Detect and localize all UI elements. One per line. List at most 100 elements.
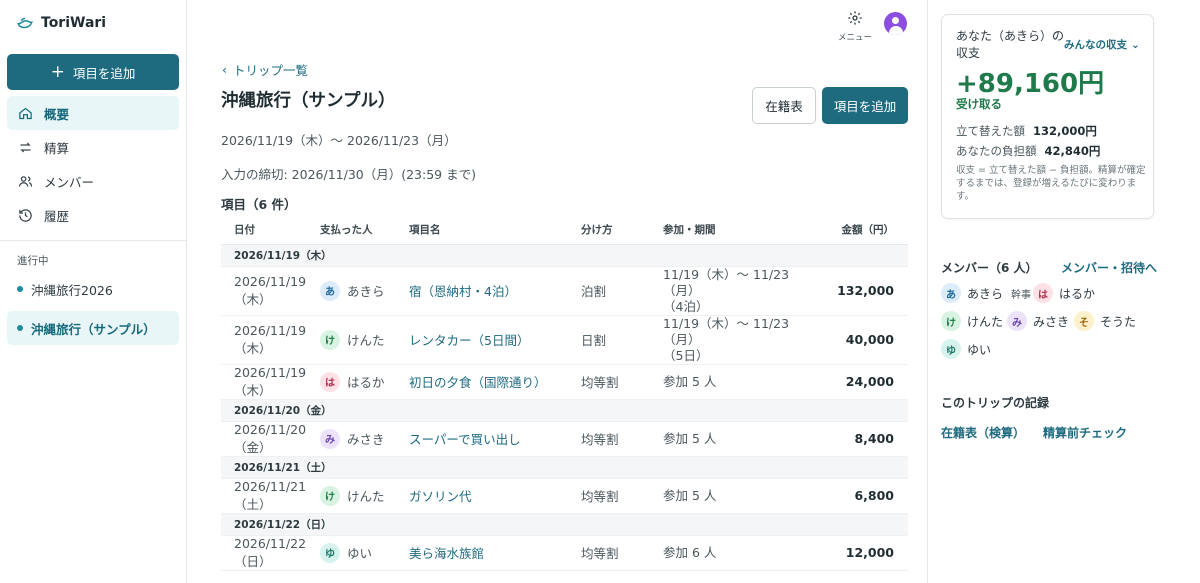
row-amount: 132,000 xyxy=(813,266,908,316)
table-row[interactable]: 2026/11/19（木） けけんた レンタカー（5日間） 日割 11/19（木… xyxy=(221,315,908,365)
row-item-name-link[interactable]: ガソリン代 xyxy=(409,478,581,514)
date-group-row: 2026/11/20（金） xyxy=(221,399,908,422)
plus-icon: + xyxy=(50,61,65,82)
trip-date-range: 2026/11/19（木）〜 2026/11/23（月） xyxy=(221,133,457,148)
row-participation: 参加 6 人 xyxy=(663,535,813,571)
row-item-name-link[interactable]: 初日の夕食（国際通り） xyxy=(409,364,581,400)
home-icon xyxy=(19,107,32,119)
section-label-active: 進行中 xyxy=(17,255,49,267)
table-row[interactable]: 2026/11/19（木） ははるか 初日の夕食（国際通り） 均等割 参加 5 … xyxy=(221,364,908,400)
paid-value: 132,000円 xyxy=(1033,124,1097,138)
payer-name: はるか xyxy=(347,375,385,390)
sidebar-item-history[interactable]: 履歴 xyxy=(7,198,179,232)
balance-note: 収支 = 立て替えた額 − 負担額。精算が確定するまでは、登録が増えるたびに変わ… xyxy=(956,165,1146,202)
row-split: 均等割 xyxy=(581,535,663,571)
sidebar-divider xyxy=(0,240,186,241)
member-chip[interactable]: そ そうた xyxy=(1074,311,1136,331)
back-to-trips-link[interactable]: ‹ トリップ一覧 xyxy=(222,60,308,79)
row-participation-line: 11/19（木）〜 11/23（月） xyxy=(663,315,790,347)
payer-name: あきら xyxy=(347,284,385,299)
row-payer: ゆゆい xyxy=(320,535,409,571)
row-payer: けけんた xyxy=(320,315,409,365)
gear-icon xyxy=(848,11,862,25)
roster-button[interactable]: 在籍表 xyxy=(752,87,816,124)
row-item-name-link[interactable]: 美ら海水族館 xyxy=(409,535,581,571)
member-avatar: み xyxy=(1007,311,1027,331)
balance-filter-label: みんなの収支 xyxy=(1064,39,1127,51)
sidebar-trip-okinawa-2026[interactable]: 沖縄旅行2026 xyxy=(7,272,179,306)
row-split: 均等割 xyxy=(581,364,663,400)
table-header-row: 日付 支払った人 項目名 分け方 参加・期間 金額（円） xyxy=(221,216,908,245)
balance-filter-dropdown[interactable]: みんなの収支 ⌄ xyxy=(1064,37,1140,52)
column-header-split: 分け方 xyxy=(581,216,663,245)
sidebar-trip-okinawa-sample[interactable]: 沖縄旅行（サンプル） xyxy=(7,311,179,345)
sidebar-nav: 概要 精算 メンバー 履歴 xyxy=(7,96,179,232)
date-group-label: 2026/11/19（木） xyxy=(221,244,908,267)
menu-button[interactable]: メニュー xyxy=(838,10,872,43)
row-participation-line: 11/19（木）〜 11/23（月） xyxy=(663,266,790,298)
row-amount: 6,800 xyxy=(813,478,908,514)
table-row[interactable]: 2026/11/22（日） ゆゆい 美ら海水族館 均等割 参加 6 人 12,0… xyxy=(221,535,908,571)
payer-avatar: け xyxy=(320,485,340,506)
chevron-down-icon: ⌄ xyxy=(1131,38,1140,51)
sidebar-item-members[interactable]: メンバー xyxy=(7,164,179,198)
items-section-title: 項目（6 件） xyxy=(221,197,297,212)
table-row[interactable]: 2026/11/21（土） けけんた ガソリン代 均等割 参加 5 人 6,80… xyxy=(221,478,908,514)
sidebar-item-settlement[interactable]: 精算 xyxy=(7,130,179,164)
member-avatar: ゆ xyxy=(941,339,961,359)
row-amount: 40,000 xyxy=(813,315,908,365)
row-item-name-link[interactable]: スーパーで買い出し xyxy=(409,421,581,457)
member-chip[interactable]: ゆ ゆい xyxy=(941,339,991,359)
user-avatar[interactable] xyxy=(884,12,907,35)
row-amount: 24,000 xyxy=(813,364,908,400)
member-chip[interactable]: は はるか xyxy=(1033,283,1095,303)
share-label: あなたの負担額 xyxy=(956,144,1037,158)
organizer-badge: 幹事 xyxy=(1011,289,1032,301)
row-item-name-link[interactable]: 宿（恩納村・4泊） xyxy=(409,266,581,316)
row-payer: ははるか xyxy=(320,364,409,400)
avatar-head xyxy=(892,17,899,24)
paid-line: 立て替えた額 132,000円 xyxy=(956,123,1097,139)
member-chip[interactable]: あ あきら 幹事 xyxy=(941,283,1031,303)
share-line: あなたの負担額 42,840円 xyxy=(956,143,1100,159)
row-date: 2026/11/19（木） xyxy=(221,364,320,400)
row-date: 2026/11/20（金） xyxy=(221,421,320,457)
back-label: トリップ一覧 xyxy=(233,63,309,78)
members-invite-link[interactable]: メンバー・招待へ xyxy=(1061,259,1157,276)
pre-settlement-check-link[interactable]: 精算前チェック xyxy=(1043,424,1127,441)
member-chip[interactable]: け けんた xyxy=(941,311,1003,331)
history-icon xyxy=(19,208,32,222)
sidebar-item-overview[interactable]: 概要 xyxy=(7,96,179,130)
member-name: ゆい xyxy=(967,342,992,357)
sidebar-add-item-button[interactable]: + 項目を追加 xyxy=(7,54,179,90)
sidebar-add-item-label: 項目を追加 xyxy=(72,65,136,81)
row-date: 2026/11/22（日） xyxy=(221,535,320,571)
row-split: 均等割 xyxy=(581,421,663,457)
row-split: 均等割 xyxy=(581,478,663,514)
avatar-body xyxy=(888,26,903,35)
row-date: 2026/11/19（木） xyxy=(221,315,320,365)
column-header-participation: 参加・期間 xyxy=(663,216,813,245)
payer-avatar: あ xyxy=(320,280,340,301)
row-participation-line: （5日） xyxy=(663,347,709,363)
sidebar-item-label: 概要 xyxy=(44,106,70,122)
app-logo[interactable]: ToriWari xyxy=(16,14,106,32)
member-avatar: そ xyxy=(1074,311,1094,331)
row-date: 2026/11/21（土） xyxy=(221,478,320,514)
roster-check-link[interactable]: 在籍表（検算） xyxy=(941,424,1025,441)
table-row[interactable]: 2026/11/20（金） みみさき スーパーで買い出し 均等割 参加 5 人 … xyxy=(221,421,908,457)
table-row[interactable]: 2026/11/19（木） ああきら 宿（恩納村・4泊） 泊割 11/19（木）… xyxy=(221,266,908,316)
paid-label: 立て替えた額 xyxy=(956,124,1025,138)
add-item-button[interactable]: 項目を追加 xyxy=(822,87,908,124)
payer-name: けんた xyxy=(347,333,385,348)
date-group-row: 2026/11/19（木） xyxy=(221,244,908,267)
row-participation: 11/19（木）〜 11/23（月） （5日） xyxy=(663,315,813,365)
member-avatar: あ xyxy=(941,283,961,303)
members-title: メンバー（6 人） xyxy=(941,261,1038,275)
page-title: 沖縄旅行（サンプル） xyxy=(221,91,396,111)
row-item-name-link[interactable]: レンタカー（5日間） xyxy=(409,315,581,365)
items-table: 日付 支払った人 項目名 分け方 参加・期間 金額（円） 2026/11/19（… xyxy=(221,216,908,571)
date-group-label: 2026/11/20（金） xyxy=(221,399,908,422)
member-chip[interactable]: み みさき xyxy=(1007,311,1069,331)
row-payer: けけんた xyxy=(320,478,409,514)
